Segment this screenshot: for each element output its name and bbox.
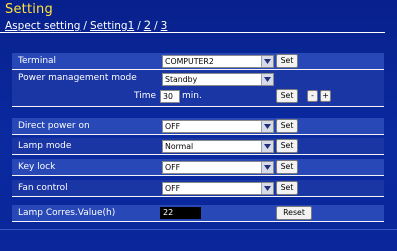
power-management-select[interactable]: Standby (162, 73, 274, 86)
time-input[interactable]: 30 (160, 90, 180, 103)
breadcrumb: Aspect setting / Setting1/2/3 (5, 18, 167, 32)
direct-power-select[interactable]: OFF (162, 120, 274, 133)
fan-control-label: Fan control (18, 183, 68, 193)
time-label: Time (134, 91, 157, 101)
terminal-value: COMPUTER2 (165, 57, 214, 66)
key-lock-row: Key lock OFF Set (12, 159, 384, 175)
key-lock-label: Key lock (18, 162, 56, 172)
lamp-mode-label: Lamp mode (18, 141, 72, 151)
chevron-down-icon[interactable] (261, 74, 273, 85)
breadcrumb-separator: / (137, 20, 141, 32)
terminal-row: Terminal COMPUTER2 Set (12, 53, 384, 69)
direct-power-value: OFF (165, 122, 181, 131)
breadcrumb-separator: / (154, 20, 158, 32)
lamp-mode-row: Lamp mode Normal Set (12, 138, 384, 154)
terminal-label: Terminal (18, 56, 57, 66)
direct-power-label: Direct power on (18, 121, 90, 131)
page-3-link[interactable]: 3 (161, 20, 168, 32)
settings-panel: Terminal COMPUTER2 Set Power management … (12, 37, 384, 227)
lamp-corres-reset-button[interactable]: Reset (276, 206, 312, 220)
breadcrumb-separator: / (83, 20, 87, 32)
time-unit: min. (182, 91, 202, 101)
header-divider (0, 32, 385, 33)
chevron-down-icon[interactable] (261, 183, 273, 194)
chevron-down-icon[interactable] (261, 121, 273, 132)
footer-divider (0, 229, 397, 230)
lamp-corres-label: Lamp Corres.Value(h) (18, 208, 116, 218)
current-page-2: 2 (143, 18, 152, 32)
setting1-link[interactable]: Setting1 (90, 20, 134, 32)
fan-control-value: OFF (165, 184, 181, 193)
terminal-select[interactable]: COMPUTER2 (162, 55, 274, 68)
page-title: Setting (5, 2, 53, 17)
row-divider (12, 221, 384, 222)
lamp-corres-row: Lamp Corres.Value(h) 22 Reset (12, 205, 384, 221)
row-divider (12, 154, 384, 155)
key-lock-set-button[interactable]: Set (276, 160, 298, 174)
fan-control-row: Fan control OFF Set (12, 180, 384, 196)
key-lock-select[interactable]: OFF (162, 161, 274, 174)
chevron-down-icon[interactable] (261, 141, 273, 152)
power-management-row: Power management mode Standby Time 30 mi… (12, 70, 384, 106)
chevron-down-icon[interactable] (261, 56, 273, 67)
decrement-button[interactable]: - (307, 90, 318, 102)
lamp-corres-value: 22 (160, 207, 201, 219)
power-management-label: Power management mode (18, 73, 137, 83)
power-management-value: Standby (165, 75, 198, 84)
aspect-setting-link[interactable]: Aspect setting (5, 20, 80, 32)
lamp-mode-select[interactable]: Normal (162, 140, 274, 153)
terminal-set-button[interactable]: Set (276, 54, 298, 68)
fan-control-set-button[interactable]: Set (276, 181, 298, 195)
row-divider (12, 134, 384, 135)
lamp-mode-set-button[interactable]: Set (276, 139, 298, 153)
power-set-button[interactable]: Set (276, 89, 298, 103)
increment-button[interactable]: + (320, 90, 331, 102)
key-lock-value: OFF (165, 163, 181, 172)
row-divider (12, 196, 384, 197)
fan-control-select[interactable]: OFF (162, 182, 274, 195)
chevron-down-icon[interactable] (261, 162, 273, 173)
row-divider (12, 106, 384, 107)
direct-power-row: Direct power on OFF Set (12, 118, 384, 134)
row-divider (12, 175, 384, 176)
lamp-mode-value: Normal (165, 142, 194, 151)
direct-power-set-button[interactable]: Set (276, 119, 298, 133)
